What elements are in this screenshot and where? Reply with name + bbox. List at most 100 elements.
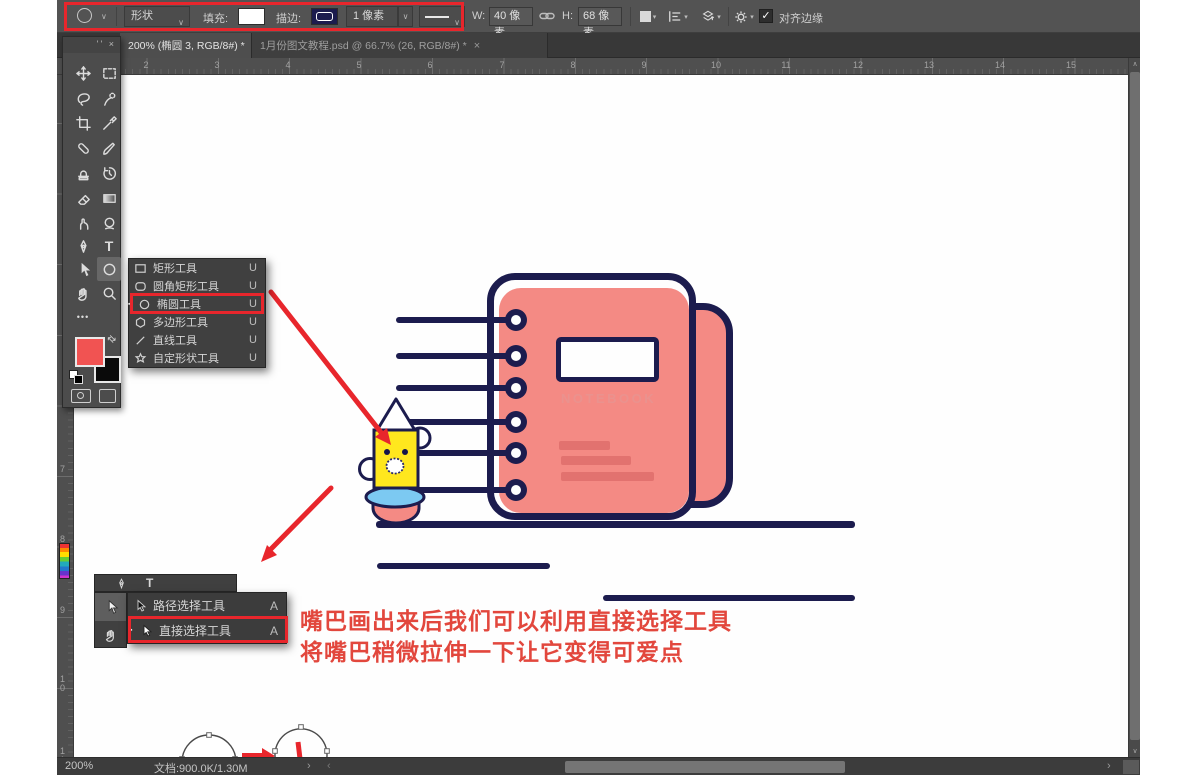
shape-height-field[interactable]: 68 像素 bbox=[578, 7, 622, 26]
ruler-number: 7 bbox=[60, 465, 68, 474]
align-edges-checkbox[interactable]: ✓ bbox=[759, 9, 773, 23]
notebook-text-line bbox=[559, 441, 610, 450]
menu-item-polygon-tool[interactable]: 多边形工具 U bbox=[129, 313, 265, 331]
menu-item-rounded-rectangle-tool[interactable]: 圆角矩形工具 U bbox=[129, 277, 265, 295]
ruler-number: 11 bbox=[781, 60, 790, 70]
menu-item-path-selection[interactable]: 路径选择工具 A bbox=[128, 593, 286, 618]
stroke-width-chevron[interactable]: ∨ bbox=[398, 6, 413, 27]
ruler-number: 2 bbox=[143, 60, 148, 70]
horizontal-ruler[interactable]: 2 3 4 5 6 7 8 9 10 11 12 13 14 15 bbox=[74, 58, 1128, 75]
shape-width-field[interactable]: 40 像素 bbox=[489, 7, 533, 26]
line-style-icon bbox=[425, 16, 449, 18]
height-label: H: bbox=[562, 10, 573, 22]
quick-selection-tool[interactable] bbox=[97, 86, 121, 110]
notebook-text-line bbox=[561, 456, 631, 465]
ellipse-tool-selected[interactable] bbox=[97, 257, 121, 281]
crop-tool[interactable] bbox=[71, 111, 95, 135]
type-tool[interactable]: T bbox=[97, 234, 121, 258]
anchor-point bbox=[207, 733, 212, 738]
tab-document-1[interactable]: 200% (椭圆 3, RGB/8#) * × bbox=[120, 33, 252, 58]
dodge-burn-tool[interactable] bbox=[97, 211, 121, 235]
vertical-scrollbar-thumb[interactable] bbox=[1130, 72, 1140, 740]
menu-item-direct-selection[interactable]: ▪ 直接选择工具 A bbox=[128, 618, 286, 643]
swap-colors-icon[interactable]: ⇄ bbox=[104, 333, 118, 347]
menu-item-rectangle-tool[interactable]: 矩形工具 U bbox=[129, 259, 265, 277]
tool-mode-select[interactable]: 形状 ∨ bbox=[124, 6, 190, 27]
foreground-color-swatch[interactable] bbox=[75, 337, 105, 367]
tool-preset-chevron-icon[interactable]: ∨ bbox=[101, 12, 107, 21]
vertical-scrollbar[interactable]: ∧ ∨ bbox=[1128, 58, 1140, 757]
marquee-tool[interactable] bbox=[97, 61, 121, 85]
gradient-tool[interactable] bbox=[97, 186, 121, 210]
notebook-label bbox=[556, 337, 659, 382]
lasso-tool[interactable] bbox=[71, 86, 95, 110]
path-operations-icon bbox=[640, 11, 651, 22]
shape-tools-menu: 矩形工具 U 圆角矩形工具 U ▪ 椭圆工具 U 多边形工具 U 直线工具 U … bbox=[128, 258, 266, 368]
history-brush-tool[interactable] bbox=[97, 161, 121, 185]
tab-label: 1月份图文教程.psd @ 66.7% (26, RGB/8#) * bbox=[260, 38, 467, 53]
ellipsis-icon: ••• bbox=[77, 312, 89, 322]
move-tool[interactable] bbox=[71, 61, 95, 85]
notebook-text-line bbox=[561, 472, 654, 481]
quick-mask-button[interactable] bbox=[71, 389, 91, 403]
notebook-title: NOTEBOOK bbox=[561, 391, 656, 406]
spot-healing-tool[interactable] bbox=[71, 136, 95, 160]
menu-item-custom-shape-tool[interactable]: 自定形状工具 U bbox=[129, 349, 265, 367]
artwork-line bbox=[603, 595, 855, 601]
pen-tool[interactable] bbox=[71, 234, 95, 258]
smudge-tool[interactable] bbox=[71, 211, 95, 235]
notebook-binding-ring bbox=[505, 479, 527, 501]
screen-mode-button[interactable] bbox=[99, 389, 116, 403]
link-dimensions-icon[interactable] bbox=[539, 10, 555, 22]
fill-color-swatch[interactable] bbox=[238, 8, 265, 25]
scroll-down-icon[interactable]: ∨ bbox=[1129, 747, 1140, 755]
scroll-right-icon[interactable]: › bbox=[1107, 760, 1111, 772]
zoom-tool[interactable] bbox=[97, 281, 121, 305]
path-selection-tool[interactable] bbox=[71, 257, 95, 281]
stroke-color-swatch[interactable] bbox=[311, 8, 338, 25]
menu-item-line-tool[interactable]: 直线工具 U bbox=[129, 331, 265, 349]
photoshop-window: ∨ 形状 ∨ 填充: 描边: 1 像素 ∨ ∨ W: 40 像素 H: bbox=[57, 0, 1140, 775]
character-eye bbox=[402, 449, 408, 455]
menu-item-label: 直线工具 bbox=[153, 332, 197, 348]
menu-item-label: 自定形状工具 bbox=[153, 350, 219, 366]
menu-item-ellipse-tool[interactable]: ▪ 椭圆工具 U bbox=[129, 295, 265, 313]
path-operations-button[interactable]: ▾ bbox=[637, 6, 659, 27]
align-edges-label: 对齐边缘 bbox=[779, 10, 823, 26]
scroll-up-icon[interactable]: ∧ bbox=[1129, 60, 1140, 68]
horizontal-scrollbar-thumb[interactable] bbox=[565, 761, 845, 773]
tools-panel-header[interactable]: '' × bbox=[63, 37, 120, 53]
default-colors-icon[interactable] bbox=[69, 370, 84, 385]
toolbar-screenshot-strip: T bbox=[94, 574, 237, 592]
hand-tool[interactable] bbox=[71, 281, 95, 305]
stroke-width-field[interactable]: 1 像素 bbox=[346, 6, 398, 27]
notebook-binding-ring bbox=[505, 345, 527, 367]
status-prev-icon[interactable]: ‹ bbox=[327, 760, 331, 772]
geometry-options-button[interactable]: ▾ bbox=[733, 6, 755, 27]
eraser-tool[interactable] bbox=[71, 186, 95, 210]
zoom-level-field[interactable]: 200% bbox=[65, 760, 93, 772]
stroke-style-select[interactable]: ∨ bbox=[419, 6, 465, 27]
path-alignment-button[interactable]: ▾ bbox=[667, 6, 689, 27]
annotation-arrowhead bbox=[261, 545, 277, 562]
ruler-number: 3 bbox=[214, 60, 219, 70]
notebook-binding-ring bbox=[505, 442, 527, 464]
ellipse-tool-icon[interactable] bbox=[77, 8, 92, 23]
brush-tool[interactable] bbox=[97, 136, 121, 160]
chevron-down-icon: ∨ bbox=[178, 13, 184, 32]
ruler-number: 8 bbox=[570, 60, 575, 70]
character-pencil-tip bbox=[376, 399, 416, 432]
edit-toolbar-button[interactable]: ••• bbox=[71, 305, 95, 329]
canvas[interactable]: NOTEBOOK bbox=[74, 75, 1128, 757]
eyedropper-tool[interactable] bbox=[97, 111, 121, 135]
path-arrangement-button[interactable]: ▾ bbox=[700, 6, 722, 27]
chevron-down-icon: ∨ bbox=[403, 12, 409, 21]
type-tool-glyph: T bbox=[105, 238, 114, 254]
document-size-info: 文档:900.0K/1.30M bbox=[154, 760, 248, 775]
tab-document-2[interactable]: 1月份图文教程.psd @ 66.7% (26, RGB/8#) * × bbox=[252, 33, 548, 58]
menu-item-label: 路径选择工具 bbox=[153, 597, 225, 614]
status-next-icon[interactable]: › bbox=[307, 760, 311, 772]
clone-stamp-tool[interactable] bbox=[71, 161, 95, 185]
check-icon: ✓ bbox=[761, 10, 770, 22]
close-icon[interactable]: × bbox=[474, 40, 480, 52]
